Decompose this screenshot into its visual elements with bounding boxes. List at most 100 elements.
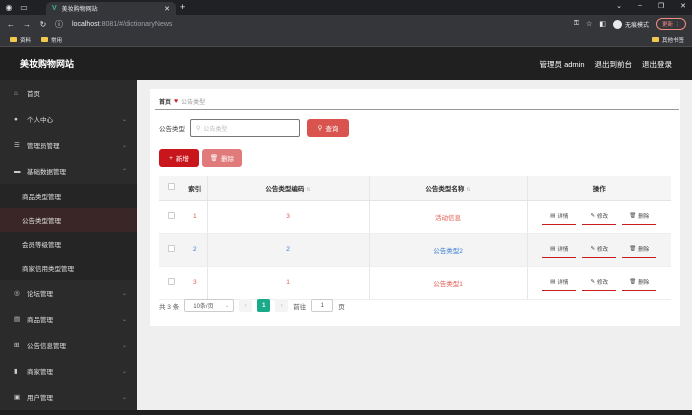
browser-tab[interactable]: V 美妆购物网站 ✕ [46,2,176,15]
bookmark-folder[interactable]: 资料 [10,36,31,44]
detail-label: 详情 [557,247,569,253]
url-field[interactable]: localhost :8081/#/dictionaryNews [72,21,172,28]
sidebar-item-users[interactable]: ▣ 用户管理 ⌄ [0,384,137,410]
star-icon[interactable]: ☆ [586,20,592,28]
sidebar-subitem-label: 商家信用类型管理 [22,266,74,273]
pagination: 共 3 条 10条/页 ⌄ ‹ 1 › 前往 1 页 [159,299,345,312]
tab-search-icon[interactable]: ⌄ [616,2,622,10]
delete-button[interactable]: 🗑 删除 [622,242,657,258]
search-input[interactable]: ⚲ 公告类型 [190,119,300,137]
delete-button[interactable]: 🗑 删除 [622,209,657,225]
sidebar-item-merchants[interactable]: ▮ 商家管理 ⌄ [0,358,137,384]
sidebar-item-profile[interactable]: ● 个人中心 ⌄ [0,106,137,132]
sidebar-item-admins[interactable]: ☰ 管理员管理 ⌄ [0,132,137,158]
edit-icon: ✎ [590,246,596,252]
tab-close-icon[interactable]: ✕ [164,5,170,13]
table-header-row: 索引 公告类型编码 ⇅ 公告类型名称 ⇅ 操作 [159,176,671,201]
row-checkbox[interactable] [167,212,175,219]
sidebar-item-forum[interactable]: ◎ 论坛管理 ⌄ [0,280,137,306]
detail-button[interactable]: ▤ 详情 [542,275,577,291]
row-checkbox[interactable] [167,278,175,285]
user-icon: ● [14,115,18,123]
update-button[interactable]: 更新 ⋮ [655,18,686,30]
chevron-down-icon: ⌄ [121,394,127,401]
add-button[interactable]: + 新增 [159,149,199,167]
row-checkbox[interactable] [167,245,175,252]
chevron-down-icon: ⌄ [121,116,127,123]
table-row: 3 1 公告类型1 ▤ 详情 ✎ 修改 🗑 删除 [159,266,671,300]
reload-icon[interactable]: ↻ [38,20,48,29]
incognito-label: 无痕模式 [624,22,649,29]
back-icon[interactable]: ← [6,20,16,29]
cell-index: 1 [183,200,207,234]
bookmark-label: 常用 [51,37,63,44]
delete-button[interactable]: 🗑 删除 [622,275,657,291]
cell-code: 3 [206,200,369,234]
sidebar-item-label: 商品管理 [27,317,53,324]
breadcrumb-home[interactable]: 首页 [159,97,171,106]
sidepanel-icon[interactable]: ◧ [599,20,606,28]
edit-button[interactable]: ✎ 修改 [582,275,617,291]
detail-button[interactable]: ▤ 详情 [542,242,577,258]
chevron-down-icon: ⌄ [121,368,127,375]
monitor-icon: ▬ [14,167,21,175]
sidebar-item-notices[interactable]: ⊞ 公告信息管理 ⌄ [0,332,137,358]
maximize-icon[interactable]: ❐ [658,2,664,10]
cell-name: 公告类型2 [368,233,527,267]
next-page-button[interactable]: › [275,299,289,312]
sidebar-subitem-label: 会员等级管理 [22,242,61,249]
divider [155,109,679,110]
close-window-icon[interactable]: ✕ [680,2,686,10]
trash-icon: 🗑 [629,246,637,252]
forward-icon[interactable]: → [22,20,32,29]
prev-page-button[interactable]: ‹ [239,299,253,312]
sidebar-item-home[interactable]: ⌂ 首页 [0,80,137,106]
edit-icon: ✎ [590,213,596,219]
sidebar-item-label: 商家管理 [27,369,53,376]
action-row: + 新增 🗑 删除 [159,149,242,167]
edit-button[interactable]: ✎ 修改 [582,209,617,225]
col-header-code[interactable]: 公告类型编码 ⇅ [206,176,369,201]
cell-index: 2 [183,233,207,267]
minimize-icon[interactable]: – [638,2,642,10]
incognito-indicator[interactable]: 无痕模式 [612,19,649,29]
batch-delete-label: 删除 [221,156,235,163]
grid-icon: ⊞ [14,342,20,349]
logout-link[interactable]: 退出登录 [642,59,672,70]
sidebar-subitem-goods-type[interactable]: 商品类型管理 [0,184,137,208]
page-size-select[interactable]: 10条/页 ⌄ [184,299,235,312]
tab-list-icon[interactable]: ▭ [18,2,30,14]
page-size-value: 10条/页 [193,304,214,310]
info-icon[interactable]: ⓘ [54,19,64,30]
chevron-up-icon: ⌃ [121,168,127,175]
batch-delete-button[interactable]: 🗑 删除 [202,149,242,167]
other-bookmarks-label: 其他书签 [661,37,684,44]
query-button[interactable]: ⚲ 查询 [307,119,349,137]
new-tab-icon[interactable]: + [180,2,185,12]
sidebar-subitem-notice-type[interactable]: 公告类型管理 [0,208,137,232]
cell-ops: ▤ 详情 ✎ 修改 🗑 删除 [526,233,671,267]
sidebar-subitem-member-level[interactable]: 会员等级管理 [0,232,137,256]
add-button-label: 新增 [175,156,189,163]
sidebar-item-goods[interactable]: ▤ 商品管理 ⌄ [0,306,137,332]
url-path: :8081/#/dictionaryNews [99,20,173,28]
goto-page-input[interactable]: 1 [311,299,334,312]
admin-label: 管理员 admin [539,60,585,69]
back-to-front-link[interactable]: 退出到前台 [595,59,633,70]
col-header-index: 索引 [183,176,207,201]
edit-button[interactable]: ✎ 修改 [582,242,617,258]
col-header-name[interactable]: 公告类型名称 ⇅ [368,176,527,201]
detail-button[interactable]: ▤ 详情 [542,209,577,225]
table-row: 1 3 活动信息 ▤ 详情 ✎ 修改 🗑 删除 [159,200,671,234]
key-icon[interactable]: ⚿ [574,20,579,28]
goto-label: 前往 [293,303,307,311]
select-all-checkbox[interactable] [167,183,175,191]
browser-menu-icon[interactable]: ◉ [3,2,15,14]
other-bookmarks[interactable]: 其他书签 [651,36,684,44]
sidebar-subitem-merchant-credit[interactable]: 商家信用类型管理 [0,256,137,280]
document-icon: ▤ [550,279,556,285]
bookmark-folder[interactable]: 常用 [41,36,62,44]
sidebar-item-basic-data[interactable]: ▬ 基础数据管理 ⌃ [0,158,137,184]
page-number-current[interactable]: 1 [257,299,271,312]
bookmarks-bar: 资料 常用 其他书签 [0,33,692,47]
